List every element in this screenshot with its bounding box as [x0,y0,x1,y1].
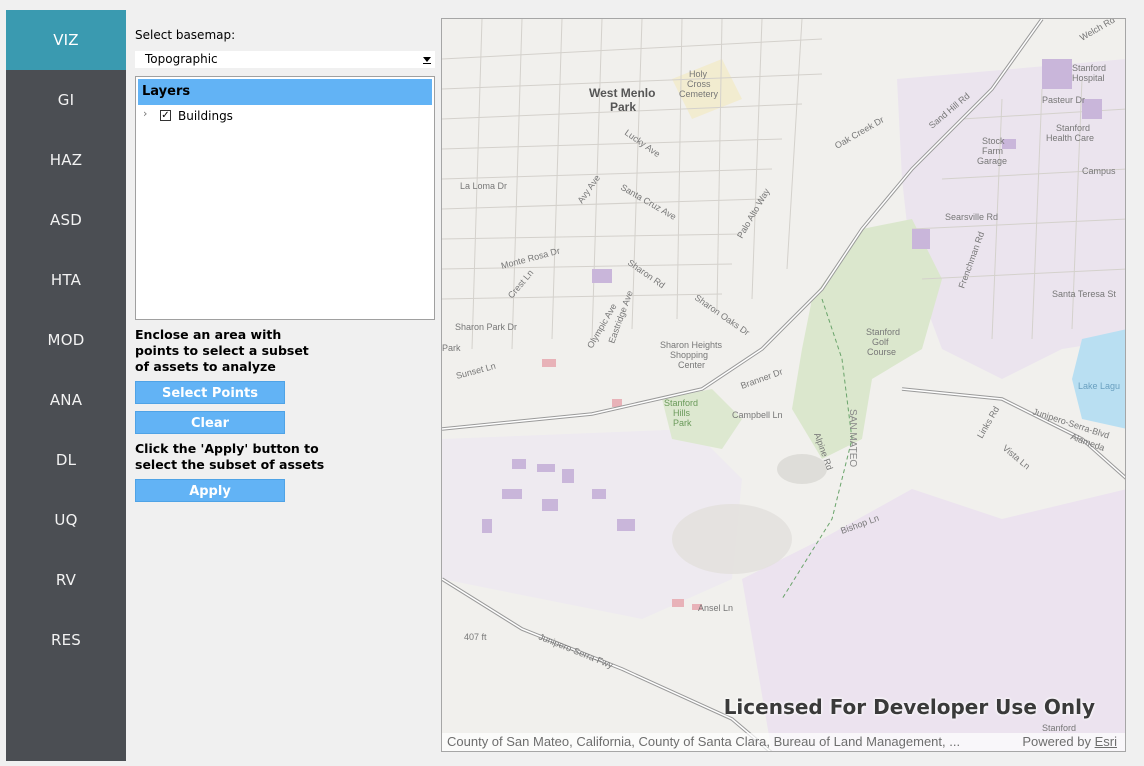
clear-button[interactable]: Clear [135,411,285,434]
svg-text:Pasteur Dr: Pasteur Dr [1042,95,1085,105]
svg-text:Farm: Farm [982,146,1003,156]
svg-text:Holy: Holy [689,69,708,79]
svg-text:Park: Park [673,418,692,428]
nav-item-haz[interactable]: HAZ [6,130,126,190]
svg-text:Campbell Ln: Campbell Ln [732,410,783,420]
svg-text:Golf: Golf [872,337,889,347]
svg-text:Ansel Ln: Ansel Ln [698,603,733,613]
nav-item-hta[interactable]: HTA [6,250,126,310]
nav-item-rv[interactable]: RV [6,550,126,610]
svg-text:Stanford: Stanford [1042,723,1076,733]
svg-text:Lake Lagu: Lake Lagu [1078,381,1120,391]
select-instruction: Enclose an area with points to select a … [135,327,309,374]
svg-text:Stanford: Stanford [1056,123,1090,133]
expand-chevron-icon[interactable]: › [143,107,147,120]
map-watermark: Licensed For Developer Use Only [723,695,1095,719]
svg-text:Park: Park [442,343,461,353]
nav-item-asd[interactable]: ASD [6,190,126,250]
svg-text:Stock: Stock [982,136,1005,146]
svg-text:Sharon Heights: Sharon Heights [660,340,723,350]
module-nav: VIZ GI HAZ ASD HTA MOD ANA DL UQ RV RES [6,10,126,761]
layer-label: Buildings [178,109,233,123]
esri-link[interactable]: Esri [1095,734,1117,749]
svg-text:Hills: Hills [673,408,690,418]
nav-item-viz[interactable]: VIZ [6,10,126,70]
svg-text:407 ft: 407 ft [464,632,487,642]
basemap-selected-value: Topographic [145,52,218,66]
svg-text:Center: Center [678,360,705,370]
powered-by: Powered by Esri [1022,734,1117,749]
apply-button[interactable]: Apply [135,479,285,502]
svg-text:Santa Teresa St: Santa Teresa St [1052,289,1116,299]
map-view[interactable]: West Menlo Park Holy Cross Cemetery Stanfo… [441,18,1126,752]
nav-item-mod[interactable]: MOD [6,310,126,370]
nav-item-uq[interactable]: UQ [6,490,126,550]
map-attribution-bar: County of San Mateo, California, County … [442,733,1125,751]
svg-text:Sharon Park Dr: Sharon Park Dr [455,322,517,332]
svg-text:Health Care: Health Care [1046,133,1094,143]
nav-item-res[interactable]: RES [6,610,126,670]
select-points-button[interactable]: Select Points [135,381,285,404]
map-attribution: County of San Mateo, California, County … [447,734,961,749]
svg-text:Cross: Cross [687,79,711,89]
svg-text:Stanford: Stanford [1072,63,1106,73]
basemap-label: Select basemap: [135,28,236,42]
svg-text:Park: Park [610,100,636,114]
nav-item-gi[interactable]: GI [6,70,126,130]
svg-text:West Menlo: West Menlo [589,86,655,100]
dropdown-arrow-icon [423,57,431,62]
map-canvas[interactable]: West Menlo Park HolyCrossCemetery Stanfo… [442,19,1126,752]
svg-text:Shopping: Shopping [670,350,708,360]
svg-text:Stanford: Stanford [664,398,698,408]
apply-instruction: Click the 'Apply' button to select the s… [135,441,325,472]
layers-panel: Layers › ✓ Buildings [135,76,435,320]
layers-header: Layers [138,79,432,105]
nav-item-dl[interactable]: DL [6,430,126,490]
svg-text:SAN MATEO: SAN MATEO [847,409,858,467]
svg-text:Searsville Rd: Searsville Rd [945,212,998,222]
svg-text:Garage: Garage [977,156,1007,166]
basemap-select[interactable]: Topographic [135,51,435,68]
svg-text:Hospital: Hospital [1072,73,1105,83]
layer-checkbox[interactable]: ✓ [160,110,171,121]
svg-text:Course: Course [867,347,896,357]
svg-text:La Loma Dr: La Loma Dr [460,181,507,191]
layer-row-buildings[interactable]: › ✓ Buildings [136,107,432,125]
svg-text:Campus: Campus [1082,166,1116,176]
svg-text:Cemetery: Cemetery [679,89,719,99]
nav-item-ana[interactable]: ANA [6,370,126,430]
svg-text:Stanford: Stanford [866,327,900,337]
